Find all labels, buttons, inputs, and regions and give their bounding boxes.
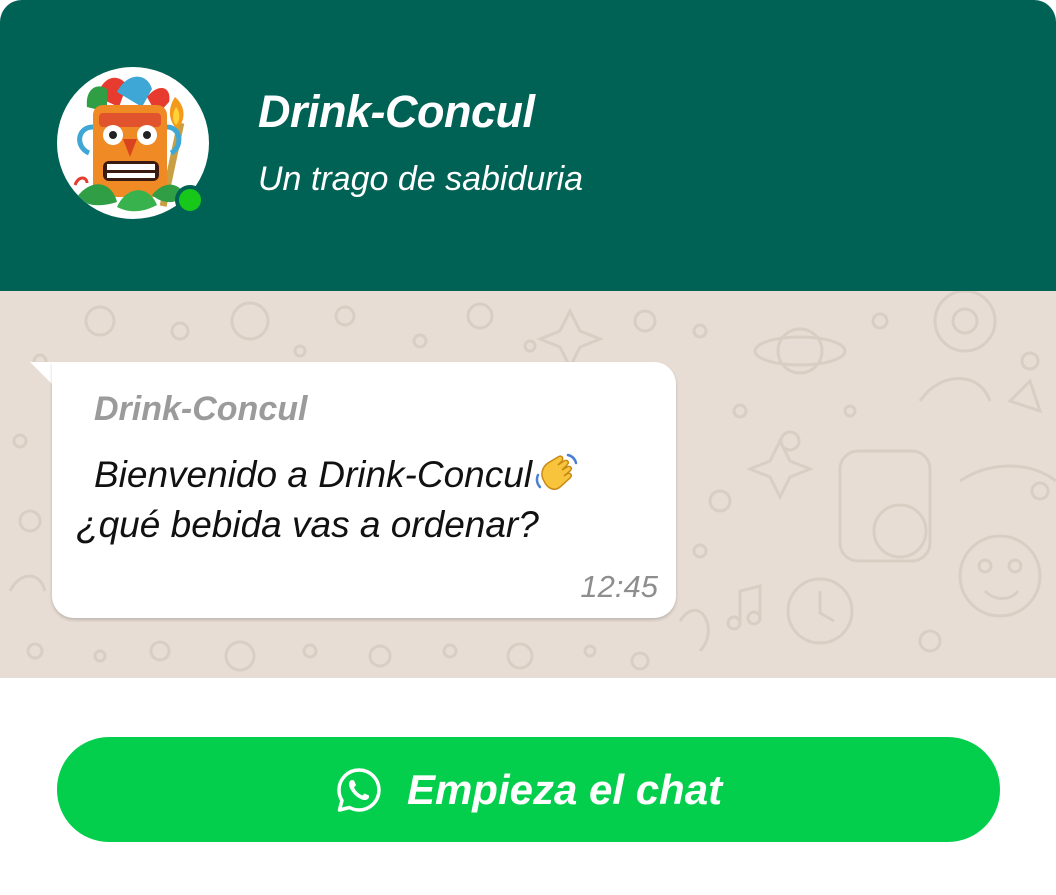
header-title: Drink-Concul	[258, 86, 535, 137]
message-text-line2: ¿qué bebida vas a ordenar?	[76, 504, 539, 545]
profile-avatar	[57, 67, 209, 219]
waving-hand-icon	[534, 451, 578, 495]
message-timestamp: 12:45	[580, 569, 658, 604]
chat-header: Drink-Concul Un trago de sabiduria	[0, 0, 1056, 291]
online-status-dot	[175, 185, 205, 215]
whatsapp-chat-widget: Drink-Concul Un trago de sabiduria Drink…	[0, 0, 1056, 895]
message-greeting: Bienvenido a Drink-Concul	[94, 454, 533, 495]
header-subtitle: Un trago de sabiduria	[258, 160, 584, 198]
start-chat-button[interactable]: Empieza el chat	[57, 737, 1000, 842]
message-text-line1: Bienvenido a Drink-Concul	[94, 451, 578, 496]
start-chat-label: Empieza el chat	[406, 765, 723, 813]
whatsapp-icon	[335, 766, 383, 814]
chat-area: Drink-Concul Bienvenido a Drink-Concul ¿…	[0, 291, 1056, 678]
message-bubble: Drink-Concul Bienvenido a Drink-Concul ¿…	[52, 362, 676, 618]
message-author: Drink-Concul	[94, 390, 308, 428]
